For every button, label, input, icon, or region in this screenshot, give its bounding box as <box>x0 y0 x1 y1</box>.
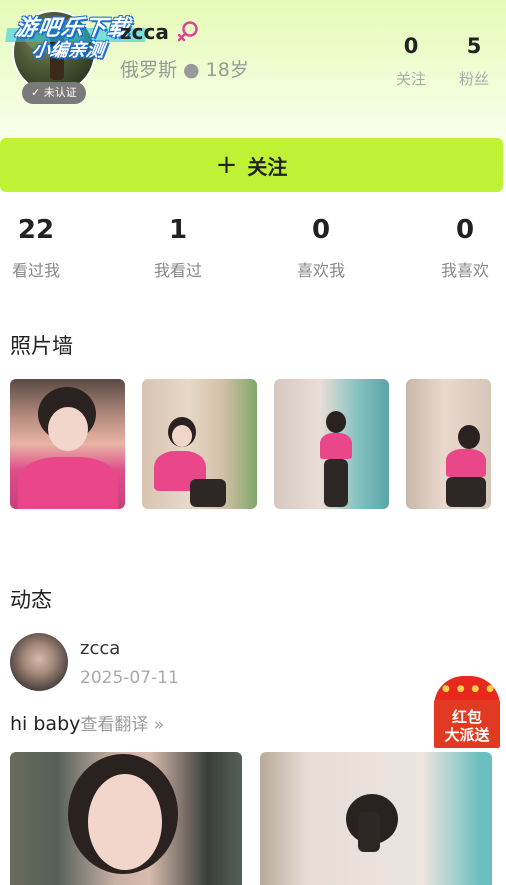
post-image[interactable] <box>10 752 242 885</box>
following-stat[interactable]: 0 关注 <box>386 34 436 89</box>
post-date: 2025-07-11 <box>80 668 179 688</box>
stat-i-like[interactable]: 0 我喜欢 <box>425 215 505 281</box>
red-envelope-line-1: 红包 <box>451 708 482 726</box>
stat-number: 1 <box>168 215 188 245</box>
fans-stat[interactable]: 5 粉丝 <box>449 34 499 89</box>
post-text: hi baby查看翻译 » <box>10 710 164 735</box>
photo-wall-title: 照片墙 <box>10 334 73 358</box>
stat-number: 0 <box>311 215 331 245</box>
follow-button-label: 关注 <box>247 154 288 179</box>
stat-likes-me[interactable]: 0 喜欢我 <box>281 215 361 281</box>
profile-username: zcca <box>120 20 169 44</box>
translate-link[interactable]: 查看翻译 » <box>80 715 164 735</box>
feed-title: 动态 <box>10 588 52 612</box>
red-envelope-text: 红包 大派送 <box>434 708 500 744</box>
photo-thumbnail[interactable] <box>142 379 257 509</box>
fans-label: 粉丝 <box>458 70 489 88</box>
post-body: hi baby <box>10 713 81 735</box>
watermark-line-2: 小编亲测 <box>30 40 106 61</box>
photo-thumbnail[interactable] <box>10 379 125 509</box>
photo-thumbnail[interactable] <box>274 379 389 509</box>
stat-label: 喜欢我 <box>296 261 345 280</box>
female-icon <box>177 21 198 42</box>
follow-button[interactable]: + 关注 <box>0 138 503 192</box>
photo-thumbnail[interactable] <box>406 379 491 509</box>
red-envelope-promo[interactable]: ● ● ● ● 红包 大派送 <box>434 676 500 748</box>
visitor-stats-row: 22 看过我 1 我看过 0 喜欢我 0 我喜欢 <box>0 215 506 285</box>
post-author-name[interactable]: zcca <box>80 638 120 659</box>
photo-wall <box>10 379 491 509</box>
plus-icon: + <box>215 150 238 180</box>
post-image[interactable] <box>260 752 492 885</box>
stat-number: 22 <box>17 215 55 245</box>
unverified-badge: ✓ 未认证 <box>22 82 86 104</box>
stat-i-viewed[interactable]: 1 我看过 <box>138 215 218 281</box>
following-count: 0 <box>403 34 419 58</box>
post-author-avatar[interactable] <box>10 633 68 691</box>
stat-label: 我喜欢 <box>440 261 489 280</box>
stat-viewed-me[interactable]: 22 看过我 <box>0 215 76 281</box>
stat-number: 0 <box>455 215 475 245</box>
profile-location-age: 俄罗斯 ● 18岁 <box>120 59 249 81</box>
stat-label: 看过我 <box>11 261 60 280</box>
stat-label: 我看过 <box>153 261 202 280</box>
following-label: 关注 <box>395 70 426 88</box>
red-envelope-line-2: 大派送 <box>444 726 490 744</box>
fans-count: 5 <box>466 34 482 58</box>
